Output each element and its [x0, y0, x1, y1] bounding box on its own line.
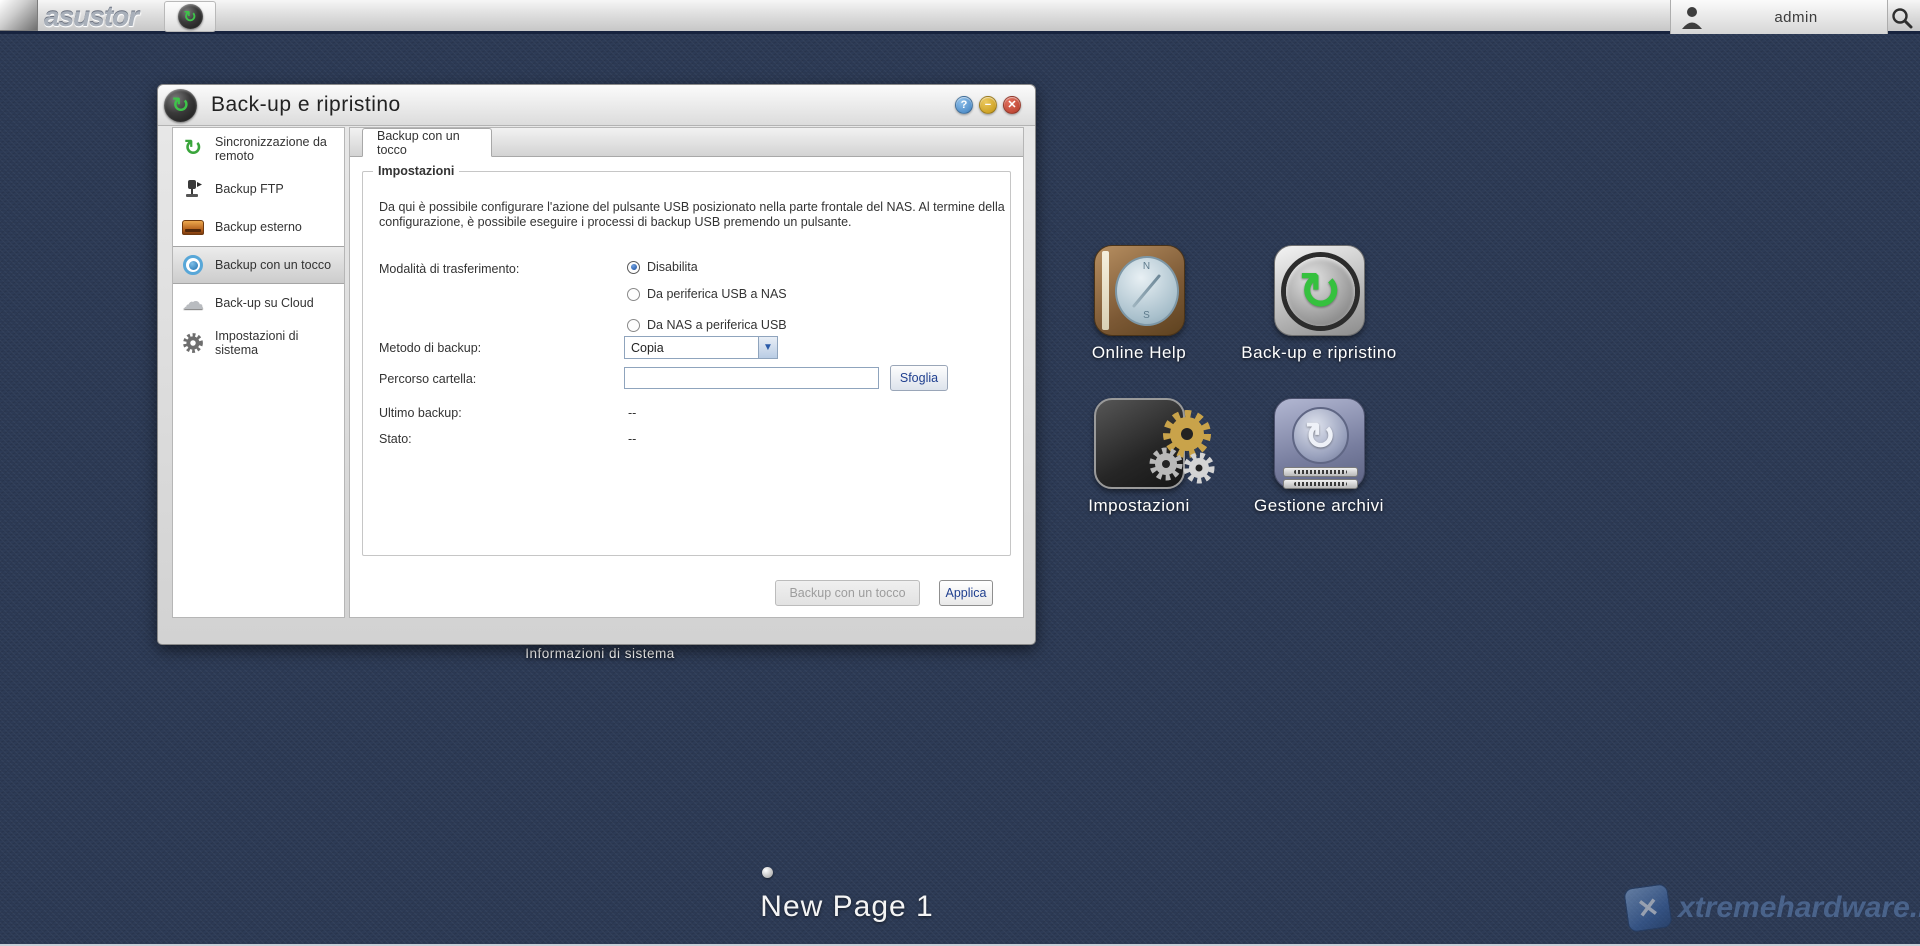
- icon-label: Back-up e ripristino: [1241, 343, 1397, 362]
- window-title: Back-up e ripristino: [211, 93, 401, 116]
- gears-graphic: [1149, 410, 1215, 484]
- settings-legend: Impostazioni: [378, 164, 455, 178]
- watermark-text: xtremehardware.it: [1678, 891, 1920, 924]
- radio-option-disable[interactable]: Disabilita: [627, 260, 698, 274]
- search-icon: [1892, 8, 1913, 29]
- desktop-icon-settings[interactable]: Impostazioni: [1059, 398, 1219, 516]
- transfer-mode-label: Modalità di trasferimento:: [379, 262, 520, 276]
- settings-gears-icon: [1093, 398, 1215, 489]
- compass-needle: [1131, 273, 1162, 309]
- drive-bay: [1282, 467, 1358, 477]
- icon-label: Gestione archivi: [1254, 496, 1384, 515]
- one-touch-backup-button[interactable]: Backup con un tocco: [775, 580, 920, 606]
- radio-label: Da NAS a periferica USB: [647, 318, 787, 332]
- sidebar-item-label: Sincronizzazione da remoto: [215, 135, 327, 163]
- cloud-icon: ☁: [182, 290, 204, 315]
- top-taskbar: asustor ↻ admin: [0, 0, 1920, 34]
- sidebar-item-label: Backup esterno: [215, 220, 302, 234]
- asustor-logo: asustor: [44, 1, 139, 32]
- help-button[interactable]: ?: [955, 96, 973, 114]
- sidebar-item-label: Impostazioni di sistema: [215, 329, 299, 357]
- desktop-background: asustor ↻ admin N S Online Help ↻ Back-u…: [0, 0, 1920, 946]
- sidebar-item-label: Backup FTP: [215, 182, 284, 196]
- settings-groupbox: Impostazioni Da qui è possibile configur…: [362, 164, 1011, 556]
- page-title: New Page 1: [760, 890, 934, 923]
- radio-option-usb-to-nas[interactable]: Da periferica USB a NAS: [627, 287, 787, 301]
- one-touch-button-icon: [181, 253, 205, 277]
- tab-one-touch-backup[interactable]: Backup con un tocco: [362, 128, 492, 157]
- backup-restore-icon: ↻: [1273, 245, 1365, 336]
- backup-app-icon: ↻: [177, 4, 203, 29]
- disk-face: ↻: [1291, 407, 1349, 464]
- desktop-icon-online-help[interactable]: N S Online Help: [1059, 245, 1219, 363]
- radio-button[interactable]: [627, 287, 640, 301]
- status-label: Stato:: [379, 432, 412, 446]
- window-app-icon: ↻: [164, 88, 197, 122]
- ftp-server-icon: [181, 177, 205, 201]
- desktop-icon-backup[interactable]: ↻ Back-up e ripristino: [1239, 245, 1399, 363]
- window-main-panel: Backup con un tocco Impostazioni Da qui …: [349, 127, 1024, 618]
- folder-path-input[interactable]: [624, 367, 879, 389]
- sidebar-item-label: Backup con un tocco: [215, 258, 332, 272]
- sidebar-item-system-settings[interactable]: Impostazioni di sistema: [173, 322, 344, 364]
- taskbar-backup-app-button[interactable]: ↻: [164, 1, 216, 32]
- compass-n-label: N: [1142, 261, 1151, 272]
- green-sync-arrow-glyph: ↻: [1298, 261, 1342, 322]
- compass-face: N S: [1114, 256, 1179, 326]
- sidebar-item-ftp-backup[interactable]: Backup FTP: [173, 170, 344, 208]
- radio-button[interactable]: [627, 318, 640, 332]
- footer-buttons: Backup con un tocco Applica: [350, 580, 1023, 606]
- user-icon: [1682, 7, 1702, 29]
- compass-s-label: S: [1143, 310, 1150, 321]
- tab-strip: Backup con un tocco: [350, 128, 1023, 157]
- settings-description: Da qui è possibile configurare l'azione …: [379, 200, 1005, 229]
- sidebar-item-one-touch-backup[interactable]: Backup con un tocco: [173, 246, 344, 284]
- swirl-arrow-glyph: ↻: [183, 6, 197, 26]
- apply-button[interactable]: Applica: [939, 580, 993, 606]
- search-button[interactable]: [1888, 4, 1916, 32]
- desktop-icon-file-manager[interactable]: ↻ Gestione archivi: [1239, 398, 1399, 516]
- backup-method-label: Metodo di backup:: [379, 341, 482, 355]
- radio-label: Disabilita: [647, 260, 698, 274]
- corner-handle: [0, 0, 38, 31]
- sidebar-item-label: Back-up su Cloud: [215, 296, 314, 310]
- swirl-arrow-glyph: ↻: [171, 92, 190, 117]
- icon-label: Impostazioni: [1088, 496, 1190, 515]
- power-ring: ↻: [1285, 257, 1355, 326]
- gear-icon: [181, 331, 205, 355]
- radio-option-nas-to-usb[interactable]: Da NAS a periferica USB: [627, 318, 787, 332]
- swirl-glyph: ↻: [1304, 413, 1336, 458]
- desktop-icon-system-info-label[interactable]: Informazioni di sistema: [510, 645, 690, 663]
- radio-label: Da periferica USB a NAS: [647, 287, 787, 301]
- minimize-button[interactable]: −: [979, 96, 997, 114]
- window-sidebar: ↻ Sincronizzazione da remoto Backup FTP …: [172, 127, 345, 618]
- window-titlebar[interactable]: ↻ Back-up e ripristino ? − ✕: [158, 85, 1035, 126]
- radio-button-checked[interactable]: [627, 260, 640, 274]
- sync-icon: ↻: [183, 136, 203, 161]
- watermark: ✕ xtremehardware.it: [1623, 883, 1920, 933]
- drive-bay: [1282, 479, 1358, 489]
- online-help-icon: N S: [1093, 245, 1185, 336]
- backup-method-select[interactable]: Copia ▼: [624, 336, 778, 359]
- browse-button[interactable]: Sfoglia: [890, 365, 948, 391]
- last-backup-label: Ultimo backup:: [379, 406, 462, 420]
- xtremehardware-logo-icon: ✕: [1623, 883, 1673, 933]
- sidebar-item-remote-sync[interactable]: ↻ Sincronizzazione da remoto: [173, 128, 344, 170]
- close-button[interactable]: ✕: [1003, 96, 1021, 114]
- username-label: admin: [1774, 8, 1818, 26]
- folder-path-label: Percorso cartella:: [379, 372, 477, 386]
- selected-option: Copia: [631, 340, 664, 355]
- external-drive-icon: [181, 215, 205, 239]
- backup-restore-window: ↻ Back-up e ripristino ? − ✕ ↻ Sincroniz…: [157, 84, 1036, 645]
- chevron-down-icon[interactable]: ▼: [758, 337, 777, 358]
- user-menu[interactable]: admin: [1670, 0, 1888, 34]
- archive-manager-icon: ↻: [1273, 398, 1365, 489]
- last-backup-value: --: [628, 406, 637, 420]
- page-bullet-dot: [762, 867, 773, 878]
- status-value: --: [628, 432, 637, 446]
- book-pages: [1101, 251, 1109, 330]
- icon-label: Online Help: [1091, 343, 1187, 362]
- sidebar-item-external-backup[interactable]: Backup esterno: [173, 208, 344, 246]
- sidebar-item-cloud-backup[interactable]: ☁ Back-up su Cloud: [173, 284, 344, 322]
